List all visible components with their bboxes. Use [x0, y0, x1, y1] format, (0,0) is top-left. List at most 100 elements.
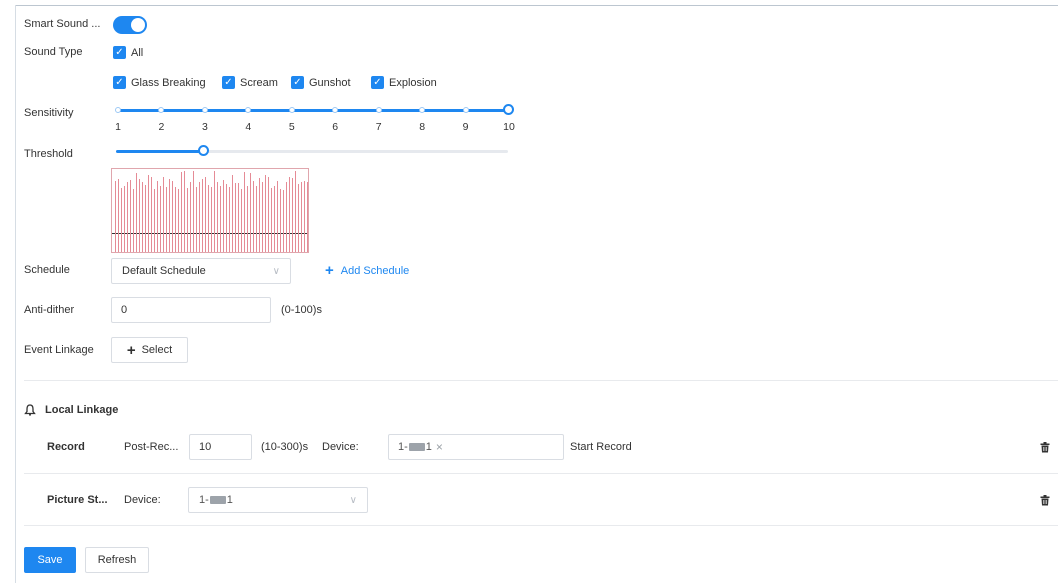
frame-top-border: [15, 5, 1058, 6]
sensitivity-tick-label: 5: [288, 121, 295, 133]
anti-dither-range: (0-100)s: [281, 304, 322, 316]
waveform-bar: [274, 186, 275, 252]
waveform-bar: [286, 182, 287, 252]
sound-type-label: Sound Type: [24, 46, 83, 58]
sensitivity-step-dot[interactable]: [245, 107, 252, 113]
waveform-bar: [139, 179, 140, 252]
sensitivity-tick-label: 10: [503, 121, 515, 133]
waveform-bar: [154, 189, 155, 252]
sensitivity-tick-label: 7: [375, 121, 382, 133]
waveform-bar: [145, 185, 146, 252]
waveform-bar: [238, 183, 239, 252]
waveform-bar: [232, 175, 233, 252]
waveform-bar: [199, 182, 200, 252]
waveform-bar: [295, 171, 296, 252]
waveform-bar: [259, 178, 260, 252]
waveform-bar: [265, 175, 266, 252]
local-linkage-header: Local Linkage: [24, 404, 118, 416]
waveform-bar: [247, 186, 248, 252]
checkmark-icon: ✓: [113, 46, 126, 59]
schedule-select[interactable]: Default Schedule ∨: [111, 258, 291, 284]
waveform-bar: [181, 172, 182, 252]
post-record-label: Post-Rec...: [124, 441, 179, 453]
waveform-bar: [166, 187, 167, 252]
refresh-button[interactable]: Refresh: [85, 547, 149, 573]
checkbox-label: Gunshot: [309, 76, 351, 89]
anti-dither-input[interactable]: 0: [111, 297, 271, 323]
sensitivity-handle[interactable]: [503, 104, 514, 115]
trash-icon[interactable]: [1040, 442, 1050, 453]
sensitivity-tick-label: 9: [462, 121, 469, 133]
waveform-bar: [235, 183, 236, 252]
threshold-handle[interactable]: [198, 145, 209, 156]
waveform-bar: [223, 180, 224, 252]
trash-icon[interactable]: [1040, 495, 1050, 506]
picture-storage-title: Picture St...: [47, 494, 108, 506]
waveform-bar: [142, 182, 143, 252]
waveform-bar: [292, 178, 293, 252]
picture-device-label: Device:: [124, 494, 161, 506]
add-schedule-label: Add Schedule: [340, 264, 410, 277]
record-action: Start Record: [570, 441, 632, 453]
sensitivity-step-dot[interactable]: [375, 107, 382, 113]
waveform-bar: [151, 177, 152, 252]
close-icon[interactable]: ×: [436, 440, 443, 454]
checkbox-explosion[interactable]: ✓ Explosion: [371, 76, 437, 89]
checkmark-icon: ✓: [113, 76, 126, 89]
toggle-knob: [131, 18, 145, 32]
waveform-bar: [190, 182, 191, 252]
threshold-label: Threshold: [24, 148, 73, 160]
threshold-track-rest[interactable]: [204, 150, 508, 153]
picture-device-prefix: 1-: [199, 494, 209, 506]
smart-sound-label: Smart Sound ...: [24, 18, 101, 30]
checkbox-gunshot[interactable]: ✓ Gunshot: [291, 76, 351, 89]
sensitivity-step-dot[interactable]: [462, 107, 469, 113]
waveform-bar: [136, 173, 137, 252]
select-button-label: Select: [141, 344, 173, 356]
sensitivity-step-dot[interactable]: [332, 107, 339, 113]
waveform-bar: [250, 173, 251, 252]
checkmark-icon: ✓: [291, 76, 304, 89]
waveform-bar: [256, 186, 257, 252]
waveform-bar: [229, 187, 230, 252]
checkbox-glass-breaking[interactable]: ✓ Glass Breaking: [113, 76, 206, 89]
checkbox-scream[interactable]: ✓ Scream: [222, 76, 278, 89]
waveform-bar: [220, 186, 221, 252]
picture-device-select[interactable]: 1- 1 ∨: [188, 487, 368, 513]
sensitivity-track[interactable]: [116, 109, 509, 112]
sensitivity-tick-label: 4: [245, 121, 252, 133]
waveform-bar: [184, 171, 185, 252]
smart-sound-toggle[interactable]: [113, 16, 147, 34]
waveform-bar: [301, 182, 302, 252]
waveform-bar: [196, 187, 197, 252]
save-button[interactable]: Save: [24, 547, 76, 573]
chevron-down-icon: ∨: [272, 265, 280, 277]
sensitivity-step-dot[interactable]: [158, 107, 165, 113]
schedule-value: Default Schedule: [122, 265, 206, 277]
sensitivity-step-dot[interactable]: [288, 107, 295, 113]
section-divider: [24, 380, 1058, 381]
waveform-bar: [217, 182, 218, 252]
waveform-bar: [148, 175, 149, 252]
sensitivity-tick-label: 8: [419, 121, 426, 133]
blurred-device-name: [408, 443, 425, 451]
record-device-label: Device:: [322, 441, 359, 453]
waveform-bar: [169, 179, 170, 252]
threshold-track-filled[interactable]: [116, 150, 204, 153]
sensitivity-step-dot[interactable]: [201, 107, 208, 113]
event-linkage-select-button[interactable]: + Select: [111, 337, 188, 363]
record-device-select[interactable]: 1- 1 ×: [388, 434, 564, 460]
add-schedule-link[interactable]: + Add Schedule: [325, 262, 409, 279]
post-record-input[interactable]: 10: [189, 434, 252, 460]
waveform-bar: [163, 177, 164, 252]
checkbox-label: Glass Breaking: [131, 76, 206, 89]
checkmark-icon: ✓: [222, 76, 235, 89]
checkbox-all[interactable]: ✓ All: [113, 46, 143, 59]
waveform-bar: [268, 177, 269, 252]
waveform-bar: [253, 181, 254, 252]
waveform-bar: [304, 181, 305, 252]
sensitivity-step-dot[interactable]: [115, 107, 121, 113]
sensitivity-step-dot[interactable]: [419, 107, 426, 113]
frame-left-border: [15, 5, 16, 583]
local-linkage-title: Local Linkage: [45, 404, 119, 416]
